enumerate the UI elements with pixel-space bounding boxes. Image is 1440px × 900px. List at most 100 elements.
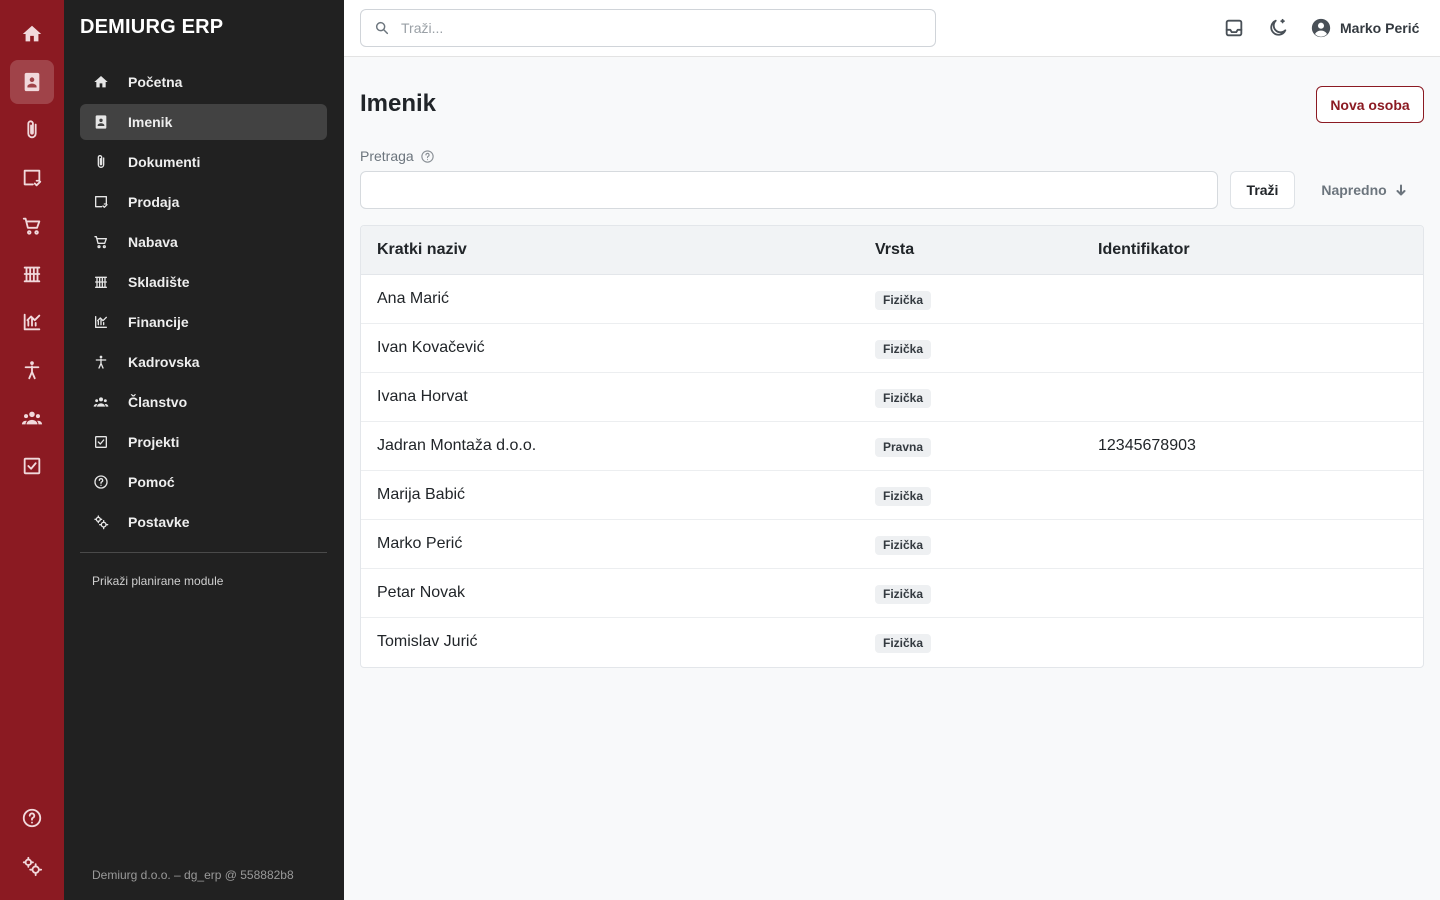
table-header: Kratki naziv Vrsta Identifikator: [361, 226, 1423, 275]
sidebar-item-label: Skladište: [128, 274, 190, 290]
type-badge: Fizička: [875, 536, 932, 555]
rail-hr-button[interactable]: [10, 348, 54, 392]
sidebar-item-label: Financije: [128, 314, 189, 330]
cell-name: Ivan Kovačević: [377, 339, 485, 356]
help-circle-icon[interactable]: [420, 149, 435, 164]
sidebar-item-nabava[interactable]: Nabava: [80, 224, 327, 260]
filter-label: Pretraga: [360, 148, 435, 164]
inbox-icon[interactable]: [1223, 17, 1245, 39]
sidebar-item-kadrovska[interactable]: Kadrovska: [80, 344, 327, 380]
sidebar-item-prodaja[interactable]: Prodaja: [80, 184, 327, 220]
type-badge: Pravna: [875, 438, 932, 457]
cell-identifier: 12345678903: [1098, 437, 1196, 454]
rail-documents-button[interactable]: [10, 108, 54, 152]
type-badge: Fizička: [875, 291, 932, 310]
paperclip-icon: [93, 154, 109, 170]
user-menu[interactable]: Marko Perić: [1310, 17, 1419, 39]
rail-settings-button[interactable]: [10, 844, 54, 888]
cart-icon: [22, 217, 41, 235]
icon-rail: [0, 0, 64, 900]
warehouse-icon: [23, 266, 41, 283]
rail-home-button[interactable]: [10, 12, 54, 56]
sidebar-item-label: Prodaja: [128, 194, 180, 210]
table-row[interactable]: Ivana Horvat Fizička: [361, 373, 1423, 422]
group-icon: [21, 411, 43, 425]
checkbox-icon: [93, 434, 109, 450]
cart-icon: [93, 234, 109, 250]
sidebar-item-dokumenti[interactable]: Dokumenti: [80, 144, 327, 180]
cell-name: Jadran Montaža d.o.o.: [377, 437, 537, 454]
rail-help-button[interactable]: [10, 796, 54, 840]
sidebar-item-label: Dokumenti: [128, 154, 201, 170]
finance-chart-icon: [23, 313, 41, 331]
column-header-short-name[interactable]: Kratki naziv: [377, 241, 467, 259]
show-planned-modules-link[interactable]: Prikaži planirane module: [92, 574, 223, 588]
group-icon: [93, 394, 109, 410]
page-title: Imenik: [360, 90, 437, 117]
sidebar-item-label: Imenik: [128, 114, 173, 130]
contacts-table: Kratki naziv Vrsta Identifikator Ana Mar…: [360, 225, 1424, 668]
advanced-search-button[interactable]: Napredno: [1311, 171, 1417, 209]
search-button[interactable]: Traži: [1230, 171, 1295, 209]
cell-name: Marko Perić: [377, 535, 463, 552]
home-icon: [93, 74, 109, 90]
rail-warehouse-button[interactable]: [10, 252, 54, 296]
rail-finance-button[interactable]: [10, 300, 54, 344]
help-icon: [93, 474, 109, 490]
type-badge: Fizička: [875, 340, 932, 359]
sidebar: DEMIURG ERP Početna Imenik Dokumenti Pro…: [64, 0, 344, 900]
settings-icon: [22, 856, 43, 877]
table-row[interactable]: Ivan Kovačević Fizička: [361, 324, 1423, 373]
cell-name: Marija Babić: [377, 486, 466, 503]
column-header-type[interactable]: Vrsta: [875, 241, 914, 259]
search-icon: [374, 20, 390, 36]
table-row[interactable]: Tomislav Jurić Fizička: [361, 618, 1423, 667]
warehouse-icon: [93, 274, 109, 290]
global-search: [360, 9, 936, 47]
rail-contacts-button[interactable]: [10, 60, 54, 104]
sidebar-item-label: Pomoć: [128, 474, 175, 490]
rail-projects-button[interactable]: [10, 444, 54, 488]
table-row[interactable]: Ana Marić Fizička: [361, 275, 1423, 324]
rail-purchase-button[interactable]: [10, 204, 54, 248]
sidebar-item-pomoc[interactable]: Pomoć: [80, 464, 327, 500]
table-row[interactable]: Jadran Montaža d.o.o. Pravna 12345678903: [361, 422, 1423, 471]
new-person-button[interactable]: Nova osoba: [1316, 86, 1424, 123]
sidebar-item-label: Početna: [128, 74, 183, 90]
sidebar-item-clanstvo[interactable]: Članstvo: [80, 384, 327, 420]
sidebar-item-postavke[interactable]: Postavke: [80, 504, 327, 540]
filter-label-text: Pretraga: [360, 148, 414, 164]
sidebar-item-imenik[interactable]: Imenik: [80, 104, 327, 140]
type-badge: Fizička: [875, 634, 932, 653]
table-row[interactable]: Petar Novak Fizička: [361, 569, 1423, 618]
top-bar: Marko Perić: [344, 0, 1440, 57]
checkbox-icon: [23, 457, 41, 475]
cell-name: Ana Marić: [377, 290, 450, 307]
column-header-identifier[interactable]: Identifikator: [1098, 241, 1190, 259]
sidebar-item-projekti[interactable]: Projekti: [80, 424, 327, 460]
sales-icon: [23, 169, 42, 187]
help-icon: [22, 808, 42, 828]
sidebar-item-skladiste[interactable]: Skladište: [80, 264, 327, 300]
rail-membership-button[interactable]: [10, 396, 54, 440]
table-row[interactable]: Marko Perić Fizička: [361, 520, 1423, 569]
global-search-input[interactable]: [401, 20, 921, 36]
type-badge: Fizička: [875, 389, 932, 408]
table-row[interactable]: Marija Babić Fizička: [361, 471, 1423, 520]
sidebar-item-label: Članstvo: [128, 394, 188, 410]
settings-icon: [93, 514, 109, 530]
user-name: Marko Perić: [1340, 20, 1420, 36]
account-circle-icon: [1311, 18, 1331, 38]
dark-mode-icon[interactable]: [1267, 17, 1289, 39]
person-icon: [24, 361, 40, 380]
rail-sales-button[interactable]: [10, 156, 54, 200]
filter-search-input[interactable]: [360, 171, 1218, 209]
sidebar-item-pocetna[interactable]: Početna: [80, 64, 327, 100]
contacts-book-icon: [93, 114, 109, 130]
finance-chart-icon: [93, 314, 109, 330]
advanced-search-label: Napredno: [1321, 182, 1387, 198]
sidebar-item-financije[interactable]: Financije: [80, 304, 327, 340]
sidebar-item-label: Kadrovska: [128, 354, 200, 370]
sidebar-item-label: Postavke: [128, 514, 190, 530]
sales-icon: [93, 194, 109, 210]
